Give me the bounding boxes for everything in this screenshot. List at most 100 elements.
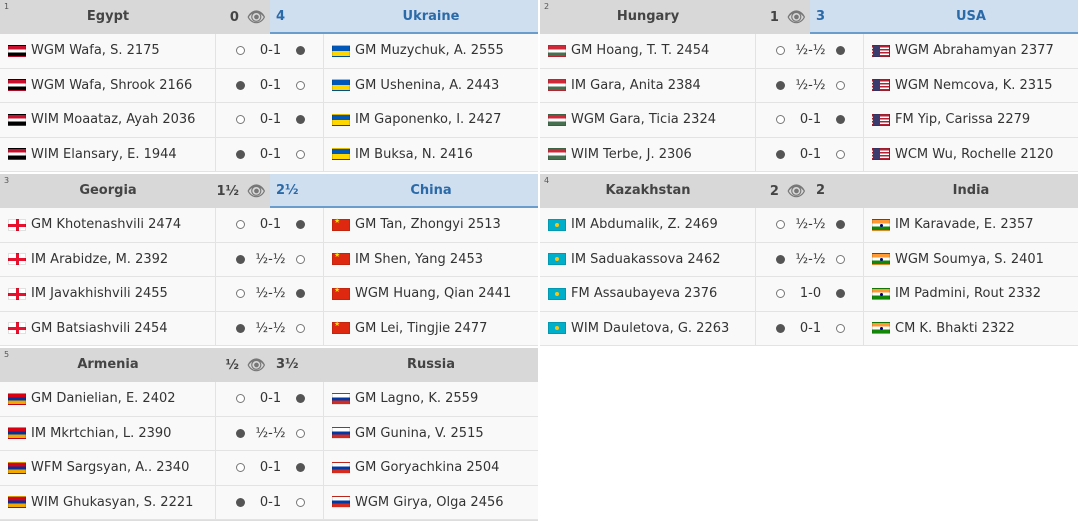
left-team-name[interactable]: Kazakhstan xyxy=(540,174,756,208)
black-piece-icon xyxy=(776,323,785,333)
board-row[interactable]: IM Javakhishvili 2455 ½-½ WGM Huang, Qia… xyxy=(0,277,538,312)
board-row[interactable]: WGM Wafa, Shrook 2166 0-1 GM Ushenina, A… xyxy=(0,68,538,103)
eye-icon[interactable]: 👁 xyxy=(247,356,266,374)
game-result[interactable]: ½-½ xyxy=(256,286,286,301)
left-player-name[interactable]: WIM Dauletova, G. 2263 xyxy=(571,321,729,336)
board-row[interactable]: IM Arabidze, M. 2392 ½-½ IM Shen, Yang 2… xyxy=(0,242,538,277)
board-row[interactable]: WGM Gara, Ticia 2324 0-1 FM Yip, Carissa… xyxy=(540,103,1078,138)
right-player-name[interactable]: WGM Soumya, S. 2401 xyxy=(895,252,1044,267)
right-player-name[interactable]: FM Yip, Carissa 2279 xyxy=(895,112,1030,127)
left-team-name[interactable]: Armenia xyxy=(0,348,216,382)
left-player-name[interactable]: IM Gara, Anita 2384 xyxy=(571,78,701,93)
board-row[interactable]: GM Batsiashvili 2454 ½-½ GM Lei, Tingjie… xyxy=(0,311,538,346)
game-result[interactable]: 0-1 xyxy=(260,43,281,58)
right-player-name[interactable]: IM Gaponenko, I. 2427 xyxy=(355,112,501,127)
left-player-name[interactable]: WIM Moaataz, Ayah 2036 xyxy=(31,112,195,127)
right-team-name[interactable]: USA xyxy=(864,0,1078,34)
game-result[interactable]: ½-½ xyxy=(796,78,826,93)
game-result[interactable]: 0-1 xyxy=(260,460,281,475)
left-player-name[interactable]: GM Danielian, E. 2402 xyxy=(31,391,176,406)
right-player-name[interactable]: GM Gunina, V. 2515 xyxy=(355,426,484,441)
left-team-name[interactable]: Hungary xyxy=(540,0,756,34)
board-row[interactable]: IM Gara, Anita 2384 ½-½ WGM Nemcova, K. … xyxy=(540,68,1078,103)
right-player-name[interactable]: IM Karavade, E. 2357 xyxy=(895,217,1034,232)
right-player-name[interactable]: GM Tan, Zhongyi 2513 xyxy=(355,217,501,232)
game-result[interactable]: 0-1 xyxy=(260,78,281,93)
egypt-flag-icon xyxy=(8,79,26,92)
board-row[interactable]: FM Assaubayeva 2376 1-0 IM Padmini, Rout… xyxy=(540,277,1078,312)
right-player-name[interactable]: GM Lagno, K. 2559 xyxy=(355,391,478,406)
board-row[interactable]: GM Khotenashvili 2474 0-1 GM Tan, Zhongy… xyxy=(0,208,538,243)
left-player-name[interactable]: GM Batsiashvili 2454 xyxy=(31,321,168,336)
board-row[interactable]: IM Saduakassova 2462 ½-½ WGM Soumya, S. … xyxy=(540,242,1078,277)
right-player-name[interactable]: GM Ushenina, A. 2443 xyxy=(355,78,499,93)
left-team-name[interactable]: Georgia xyxy=(0,174,216,208)
left-team-name[interactable]: Egypt xyxy=(0,0,216,34)
right-player-name[interactable]: GM Lei, Tingjie 2477 xyxy=(355,321,487,336)
right-player-name[interactable]: WGM Abrahamyan 2377 xyxy=(895,43,1054,58)
game-result[interactable]: 0-1 xyxy=(800,321,821,336)
right-player-name[interactable]: WGM Girya, Olga 2456 xyxy=(355,495,504,510)
india-flag-icon xyxy=(872,218,890,231)
board-row[interactable]: WGM Wafa, S. 2175 0-1 GM Muzychuk, A. 25… xyxy=(0,34,538,69)
eye-icon[interactable]: 👁 xyxy=(787,8,806,26)
left-player-name[interactable]: IM Mkrtchian, L. 2390 xyxy=(31,426,171,441)
right-player-name[interactable]: CM K. Bhakti 2322 xyxy=(895,321,1015,336)
game-result[interactable]: ½-½ xyxy=(796,252,826,267)
game-result[interactable]: 0-1 xyxy=(260,112,281,127)
left-player-name[interactable]: WIM Elansary, E. 1944 xyxy=(31,147,177,162)
game-result[interactable]: 0-1 xyxy=(260,495,281,510)
game-result[interactable]: 0-1 xyxy=(260,147,281,162)
right-player-name[interactable]: IM Shen, Yang 2453 xyxy=(355,252,483,267)
right-player-name[interactable]: IM Buksa, N. 2416 xyxy=(355,147,473,162)
left-player-name[interactable]: IM Arabidze, M. 2392 xyxy=(31,252,168,267)
eye-icon[interactable]: 👁 xyxy=(247,182,266,200)
board-row[interactable]: WIM Moaataz, Ayah 2036 0-1 IM Gaponenko,… xyxy=(0,103,538,138)
game-result[interactable]: 0-1 xyxy=(800,112,821,127)
game-result[interactable]: ½-½ xyxy=(256,252,286,267)
board-row[interactable]: WIM Ghukasyan, S. 2221 0-1 WGM Girya, Ol… xyxy=(0,485,538,520)
right-player-name[interactable]: IM Padmini, Rout 2332 xyxy=(895,286,1041,301)
right-team-name[interactable]: China xyxy=(324,174,538,208)
eye-icon[interactable]: 👁 xyxy=(247,8,266,26)
board-row[interactable]: WFM Sargsyan, A.. 2340 0-1 GM Goryachkin… xyxy=(0,451,538,486)
left-player-name[interactable]: WIM Ghukasyan, S. 2221 xyxy=(31,495,193,510)
left-player-name[interactable]: GM Khotenashvili 2474 xyxy=(31,217,181,232)
left-player-name[interactable]: IM Saduakassova 2462 xyxy=(571,252,721,267)
left-player-name[interactable]: IM Abdumalik, Z. 2469 xyxy=(571,217,718,232)
left-player-name[interactable]: WFM Sargsyan, A.. 2340 xyxy=(31,460,189,475)
game-result[interactable]: ½-½ xyxy=(796,43,826,58)
hungary-flag-icon xyxy=(548,148,566,161)
kazakhstan-flag-icon xyxy=(548,218,566,231)
right-player-name[interactable]: WCM Wu, Rochelle 2120 xyxy=(895,147,1053,162)
board-row[interactable]: WIM Elansary, E. 1944 0-1 IM Buksa, N. 2… xyxy=(0,137,538,172)
game-result[interactable]: 0-1 xyxy=(800,147,821,162)
game-result[interactable]: ½-½ xyxy=(256,426,286,441)
left-player-name[interactable]: WIM Terbe, J. 2306 xyxy=(571,147,692,162)
game-result[interactable]: 1-0 xyxy=(800,286,821,301)
eye-icon[interactable]: 👁 xyxy=(787,182,806,200)
board-row[interactable]: IM Abdumalik, Z. 2469 ½-½ IM Karavade, E… xyxy=(540,208,1078,243)
left-player-name[interactable]: WGM Wafa, Shrook 2166 xyxy=(31,78,192,93)
left-player-name[interactable]: WGM Wafa, S. 2175 xyxy=(31,43,160,58)
right-player-name[interactable]: GM Goryachkina 2504 xyxy=(355,460,499,475)
right-team-name[interactable]: India xyxy=(864,174,1078,208)
game-result[interactable]: ½-½ xyxy=(256,321,286,336)
board-row[interactable]: IM Mkrtchian, L. 2390 ½-½ GM Gunina, V. … xyxy=(0,416,538,451)
left-player-name[interactable]: GM Hoang, T. T. 2454 xyxy=(571,43,709,58)
board-row[interactable]: WIM Terbe, J. 2306 0-1 WCM Wu, Rochelle … xyxy=(540,137,1078,172)
game-result[interactable]: ½-½ xyxy=(796,217,826,232)
board-row[interactable]: WIM Dauletova, G. 2263 0-1 CM K. Bhakti … xyxy=(540,311,1078,346)
board-row[interactable]: GM Danielian, E. 2402 0-1 GM Lagno, K. 2… xyxy=(0,382,538,417)
right-team-name[interactable]: Russia xyxy=(324,348,538,382)
left-player-name[interactable]: IM Javakhishvili 2455 xyxy=(31,286,168,301)
right-team-name[interactable]: Ukraine xyxy=(324,0,538,34)
game-result[interactable]: 0-1 xyxy=(260,391,281,406)
left-player-name[interactable]: WGM Gara, Ticia 2324 xyxy=(571,112,716,127)
board-row[interactable]: GM Hoang, T. T. 2454 ½-½ WGM Abrahamyan … xyxy=(540,34,1078,69)
left-player-name[interactable]: FM Assaubayeva 2376 xyxy=(571,286,717,301)
right-player-name[interactable]: WGM Nemcova, K. 2315 xyxy=(895,78,1053,93)
right-player-name[interactable]: WGM Huang, Qian 2441 xyxy=(355,286,511,301)
right-player-name[interactable]: GM Muzychuk, A. 2555 xyxy=(355,43,504,58)
game-result[interactable]: 0-1 xyxy=(260,217,281,232)
